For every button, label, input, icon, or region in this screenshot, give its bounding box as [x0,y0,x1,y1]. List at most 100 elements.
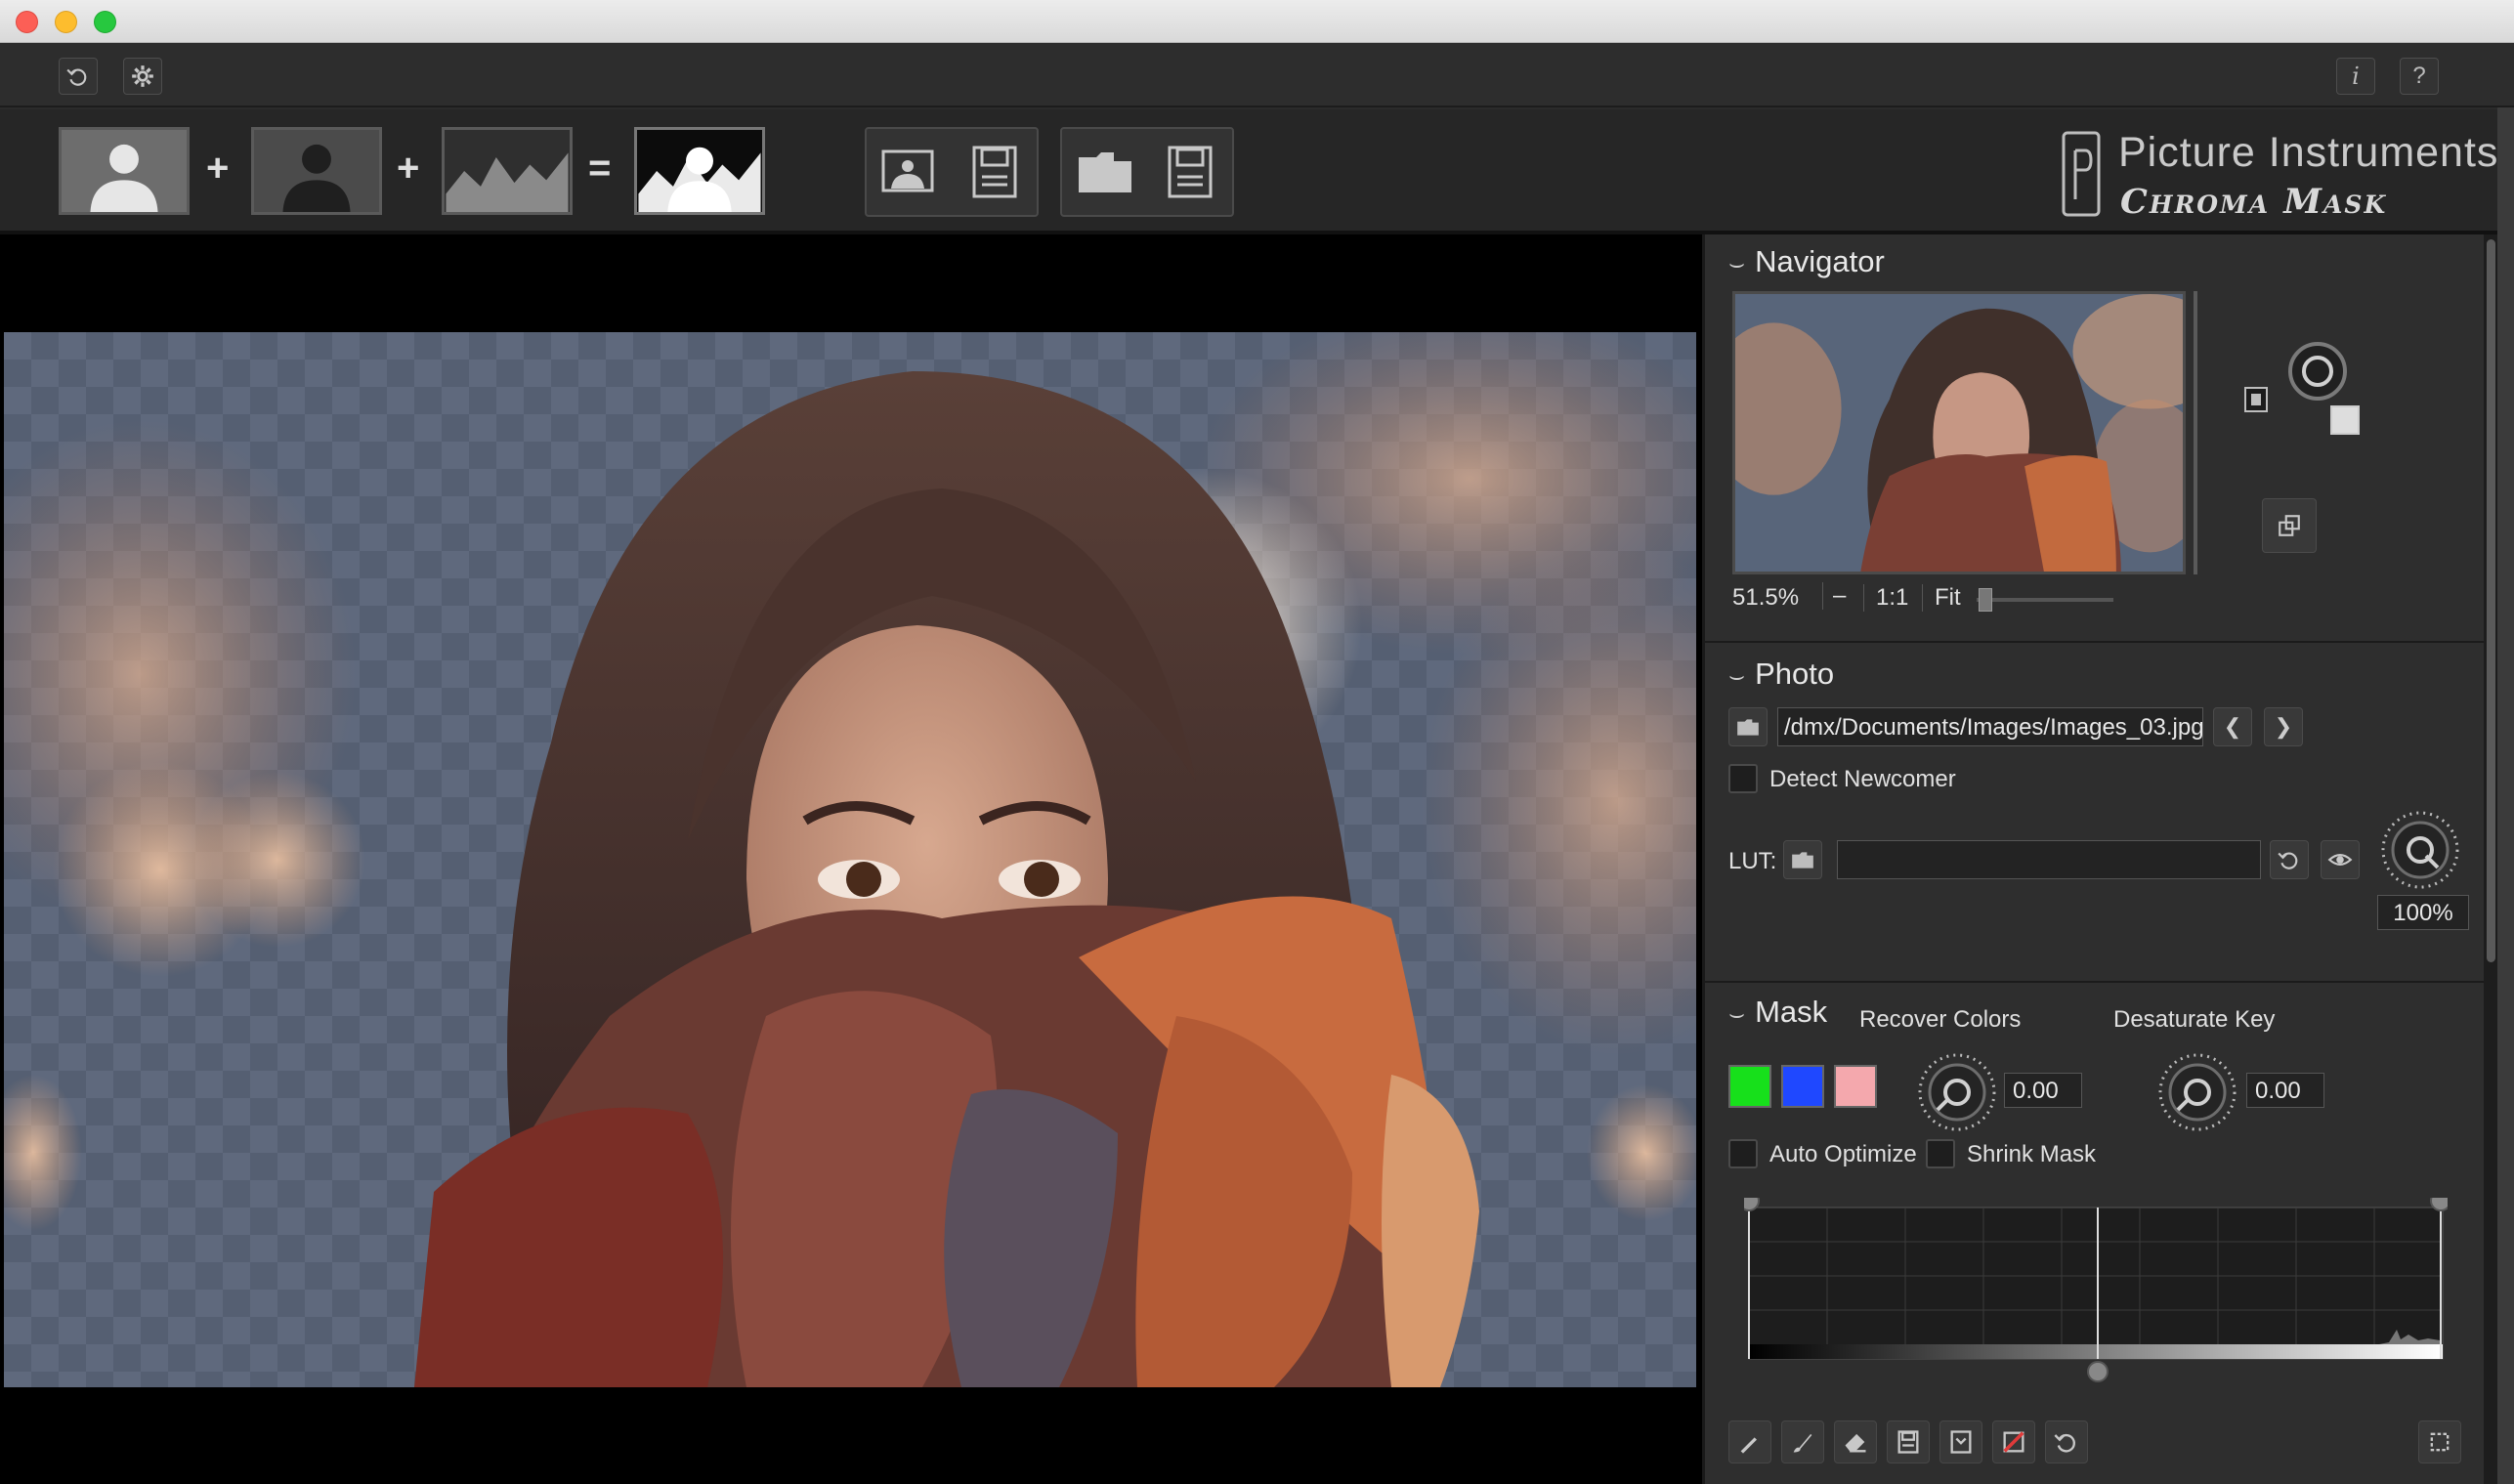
eraser-tool-button[interactable] [1834,1420,1877,1463]
right-panel: ⌣ Navigator 51.5% – 1:1 Fit ⌣ Photo /dmx… [1702,234,2487,1484]
folder-icon[interactable] [1075,142,1135,202]
plus-sign: + [206,147,230,190]
lut-opacity-field[interactable]: 100% [2377,895,2469,930]
next-photo-button[interactable]: ❯ [2264,707,2303,746]
zoom-value: 51.5% [1732,584,1800,611]
result-thumbnail[interactable] [634,127,765,215]
zoom-slider-track[interactable] [1977,598,2113,602]
info-button[interactable]: i [2336,58,2375,95]
desaturate-key-field[interactable]: 0.00 [2246,1073,2324,1108]
picture-instruments-logo-icon [2062,131,2101,217]
chevron-right-icon: ❯ [2274,714,2293,739]
navigator-header[interactable]: ⌣ Navigator [1728,244,1885,279]
detect-newcomer-checkbox[interactable] [1728,764,1758,793]
panel-scrollbar-thumb[interactable] [2487,239,2495,962]
background-thumbnail[interactable] [442,127,573,215]
recover-colors-knob-icon[interactable] [1916,1051,1998,1133]
main-toolbar: + + = Picture Instruments Chroma Mask [0,109,2514,234]
zoom-fit-button[interactable]: Fit [1922,584,1961,612]
desaturate-key-knob-icon[interactable] [2156,1051,2238,1133]
mask-histogram-image [1738,1190,2451,1382]
reset-mask-button[interactable] [2045,1420,2088,1463]
preview-image[interactable] [4,332,1696,1387]
chevron-down-icon: ⌣ [1728,660,1746,690]
close-window-button[interactable] [16,11,38,33]
zoom-slider-handle[interactable] [1979,588,1992,612]
zoom-1-1-button[interactable]: 1:1 [1863,584,1908,612]
open-photo-button[interactable] [1728,707,1768,746]
save-icon[interactable] [1160,142,1220,202]
recover-colors-label: Recover Colors [1859,1006,2022,1033]
auto-optimize-checkbox[interactable] [1728,1139,1758,1168]
save-icon[interactable] [964,142,1025,202]
navigator-preview[interactable] [1732,291,2186,574]
settings-button[interactable] [123,58,162,95]
reset-lut-button[interactable] [2270,840,2309,879]
detach-navigator-button[interactable] [2262,498,2317,553]
minimize-window-button[interactable] [55,11,77,33]
shrink-mask-checkbox[interactable] [1926,1139,1955,1168]
open-save-folder-group [1060,127,1234,217]
gear-icon [132,65,153,87]
shrink-mask-label: Shrink Mask [1967,1141,2097,1167]
mask-header[interactable]: ⌣ Mask [1728,995,1827,1030]
plus-sign: + [397,147,420,190]
zoom-out-button[interactable]: – [1822,582,1846,610]
mask-section: ⌣ Mask Recover Colors Desaturate Key 0.00 [1705,983,2487,1484]
info-icon: i [2352,63,2360,90]
selection-icon [2430,1432,2450,1452]
rotate-ccw-icon [66,68,87,86]
lut-path-field[interactable] [1837,840,2261,879]
lut-opacity-knob-icon[interactable] [2379,809,2461,891]
photo-section: ⌣ Photo /dmx/Documents/Images/Images_03.j… [1705,643,2487,983]
mask-curve-editor[interactable] [1738,1190,2451,1383]
pink-key-swatch[interactable] [1834,1065,1877,1108]
brand-title: Picture Instruments [2118,129,2499,176]
help-button[interactable]: ? [2400,58,2439,95]
navigator-frame-edge [2194,291,2197,574]
photo-path-field[interactable]: /dmx/Documents/Images/Images_03.jpg [1777,707,2203,746]
recover-colors-field[interactable]: 0.00 [2004,1073,2082,1108]
toggle-lut-visibility-button[interactable] [2321,840,2360,879]
navigator-thumbnail-image [1735,294,2183,572]
portrait-photo-image [4,332,1696,1387]
mask-title: Mask [1755,995,1828,1029]
person-silhouette-icon [282,144,351,212]
brush-tool-button[interactable] [1781,1420,1824,1463]
landscape-icon [446,152,569,212]
reset-button[interactable] [59,58,98,95]
photo-title: Photo [1755,657,1835,691]
blue-key-swatch[interactable] [1781,1065,1824,1108]
equals-sign: = [588,147,612,190]
mask-options-button[interactable] [2418,1420,2461,1463]
photo-header[interactable]: ⌣ Photo [1728,657,1834,692]
chevron-down-icon: ⌣ [1728,998,1746,1028]
navigator-section: ⌣ Navigator 51.5% – 1:1 Fit [1705,234,2487,643]
green-key-swatch[interactable] [1728,1065,1771,1108]
key-color-swatches [1728,1065,1885,1112]
navigator-title: Navigator [1755,244,1885,278]
open-lut-button[interactable] [1783,840,1822,879]
auto-optimize-label: Auto Optimize [1769,1141,1917,1167]
brand-subtitle: Chroma Mask [2120,182,2388,222]
rotate-right-icon[interactable] [2330,405,2360,435]
top-toolbar: i ? [0,43,2514,107]
previous-photo-button[interactable]: ❮ [2213,707,2252,746]
external-window-icon [2279,515,2300,536]
person-icon [90,144,158,212]
zoom-window-button[interactable] [94,11,116,33]
clear-mask-button[interactable] [1992,1420,2035,1463]
pencil-icon [1740,1437,1757,1454]
foreground-thumbnail[interactable] [59,127,190,215]
brand: Picture Instruments Chroma Mask [2062,119,2501,227]
load-mask-button[interactable] [1939,1420,1982,1463]
pen-tool-button[interactable] [1728,1420,1771,1463]
save-mask-button[interactable] [1887,1420,1930,1463]
composite-icon [638,147,761,212]
preview-canvas[interactable] [0,234,1702,1484]
lut-label: LUT: [1728,848,1777,874]
subject-thumbnail[interactable] [251,127,382,215]
chevron-left-icon: ❮ [2223,714,2242,739]
image-icon[interactable] [879,142,940,202]
load-icon [1950,1430,1972,1454]
